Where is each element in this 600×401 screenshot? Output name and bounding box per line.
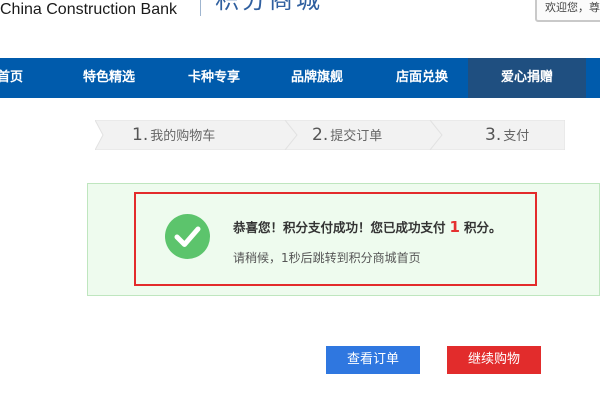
- step-number: 2.: [312, 125, 329, 145]
- success-message-suffix: 积分。: [463, 220, 502, 235]
- step-label: 我的购物车: [150, 129, 216, 144]
- nav-item-home[interactable]: 首页: [0, 58, 30, 98]
- nav-item-store-redeem[interactable]: 店面兑换: [375, 58, 469, 98]
- step-number: 1.: [132, 125, 149, 145]
- step-submit-order: 2. 提交订单: [312, 120, 382, 150]
- bank-name: China Construction Bank: [0, 1, 177, 18]
- step-label: 提交订单: [330, 129, 383, 144]
- step-payment: 3. 支付: [485, 120, 529, 150]
- success-message: 恭喜您！积分支付成功！您已成功支付 1 积分。: [233, 218, 501, 237]
- nav-item-featured[interactable]: 特色精选: [62, 58, 156, 98]
- view-order-button[interactable]: 查看订单: [326, 346, 420, 374]
- user-info-text: 欢迎您，尊: [545, 1, 600, 14]
- mall-title: 积分商城: [215, 0, 323, 14]
- continue-shopping-button[interactable]: 继续购物: [447, 346, 541, 374]
- success-message-prefix: 恭喜您！积分支付成功！您已成功支付: [233, 220, 446, 235]
- nav-item-card-exclusive[interactable]: 卡种专享: [167, 58, 261, 98]
- step-cart: 1. 我的购物车: [132, 120, 215, 150]
- main-nav: 首页 特色精选 卡种专享 品牌旗舰 店面兑换 爱心捐赠: [0, 58, 600, 98]
- step-number: 3.: [485, 125, 502, 145]
- user-info-box[interactable]: 欢迎您，尊: [535, 0, 600, 22]
- redirect-message: 请稍候，1秒后跳转到积分商城首页: [233, 251, 421, 265]
- header-divider: [200, 0, 201, 16]
- success-check-icon: [165, 214, 210, 259]
- nav-item-brand-flagship[interactable]: 品牌旗舰: [270, 58, 364, 98]
- points-amount: 1: [449, 218, 460, 236]
- nav-item-charity[interactable]: 爱心捐赠: [468, 58, 586, 98]
- step-label: 支付: [503, 129, 530, 144]
- checkout-steps: 1. 我的购物车 2. 提交订单 3. 支付: [95, 120, 565, 150]
